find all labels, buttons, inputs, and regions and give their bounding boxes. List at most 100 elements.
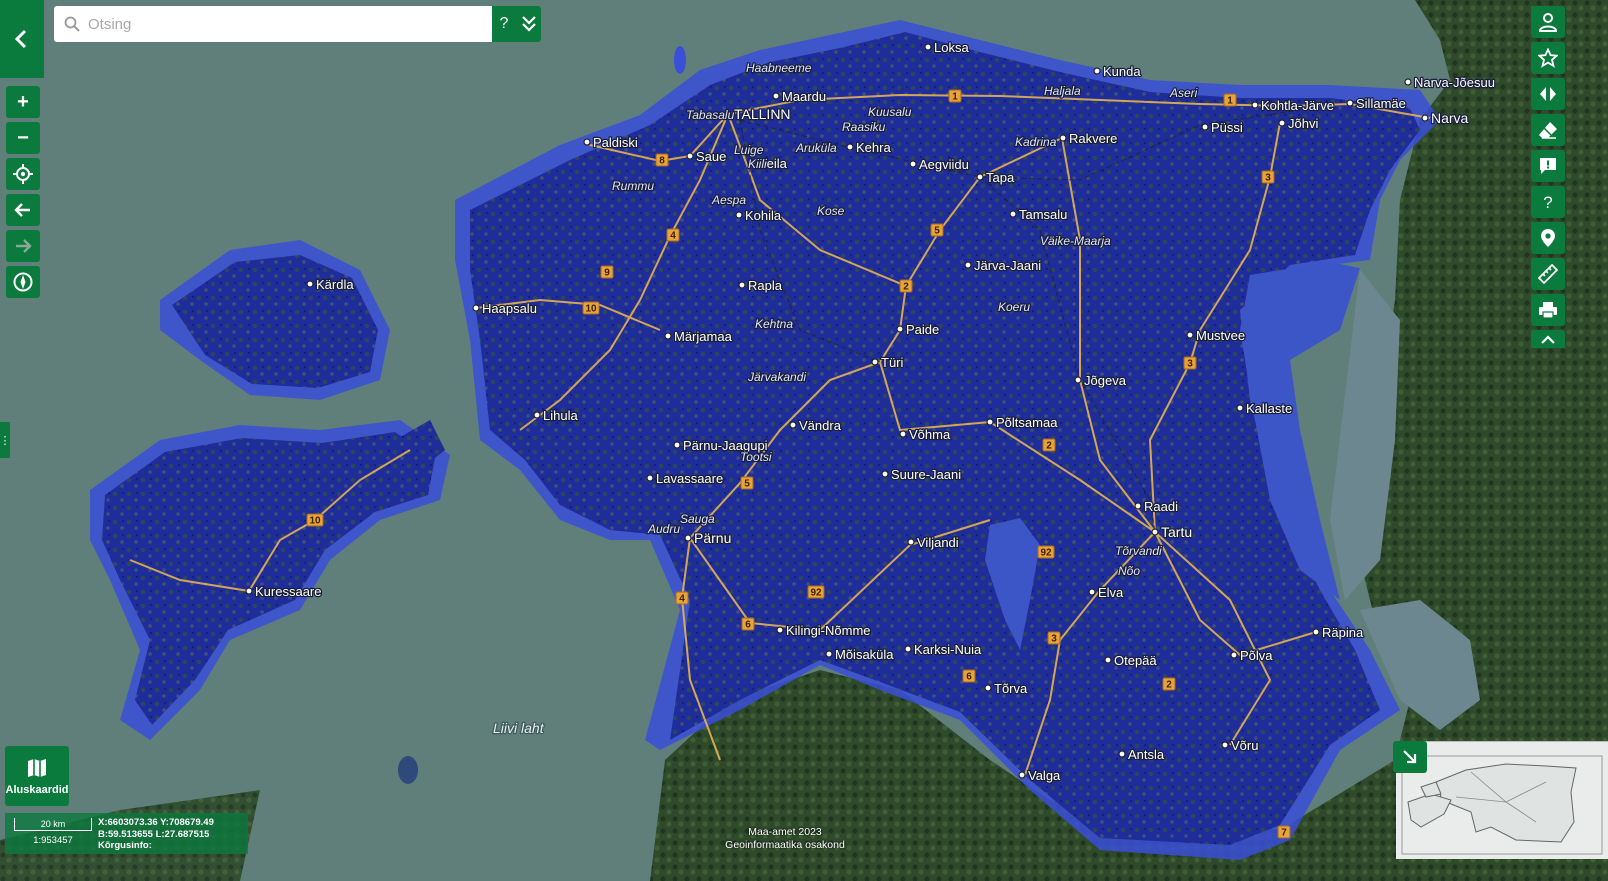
place-marker (686, 152, 694, 160)
side-panel-handle[interactable]: ⋮ (0, 422, 11, 458)
village-18: Sauga (679, 511, 717, 528)
village-9: Kiili (747, 156, 769, 173)
place-marker (899, 430, 907, 438)
overview-estonia-outline (1401, 755, 1603, 855)
collapse-panel-button[interactable] (0, 0, 44, 78)
route-shield: 6 (741, 617, 755, 631)
place-marker (306, 280, 314, 288)
place-marker (881, 470, 889, 478)
favorites-button[interactable] (1531, 42, 1565, 74)
svg-text:10: 10 (309, 516, 321, 527)
town-7: Kohtla-Järve (1251, 97, 1335, 114)
route-shield: 8 (655, 153, 669, 167)
place-label: Otepää (1114, 653, 1157, 668)
search-advanced-button[interactable] (516, 6, 541, 42)
place-marker (1221, 741, 1229, 749)
locate-button[interactable] (6, 158, 40, 190)
zoom-in-button[interactable]: + (6, 86, 40, 118)
overview-map[interactable] (1396, 741, 1608, 859)
place-label: Kohila (745, 208, 782, 223)
route-shield: 3 (1261, 170, 1275, 184)
route-shield: 6 (962, 669, 976, 683)
place-label: Audru (647, 522, 680, 536)
overview-toggle-button[interactable] (1393, 741, 1427, 773)
place-label: Paide (906, 322, 939, 337)
search-field[interactable] (54, 6, 492, 42)
svg-text:8: 8 (659, 156, 665, 167)
collapse-toolbar-button[interactable] (1531, 330, 1565, 348)
place-marker (1186, 331, 1194, 339)
place-marker (1118, 750, 1126, 758)
eraser-icon (1539, 122, 1557, 139)
place-label: Järvakandi (747, 370, 806, 384)
village-4: Aseri (1168, 85, 1199, 102)
place-marker (472, 304, 480, 312)
village-6: Aruküla (794, 140, 839, 157)
double-chevron-down-icon (521, 16, 536, 32)
map-canvas[interactable]: 1 183549210325109246923627 TALLINNMaarduL… (0, 0, 1608, 881)
place-label: Kunda (1103, 64, 1141, 79)
help-button[interactable]: ? (1531, 186, 1565, 218)
svg-text:92: 92 (1040, 548, 1052, 559)
town-48: Karksi-Nuia (904, 641, 983, 658)
route-shield: 4 (666, 228, 680, 242)
place-marker (772, 92, 780, 100)
town-31: Suure-Jaani (881, 466, 962, 483)
compare-icon (1540, 87, 1556, 101)
village-19: Audru (646, 521, 682, 538)
measure-button[interactable] (1531, 258, 1565, 290)
zoom-out-button[interactable]: − (6, 122, 40, 154)
svg-text:2: 2 (1166, 680, 1172, 691)
chevron-up-icon (1541, 335, 1555, 344)
print-button[interactable] (1531, 294, 1565, 326)
attribution-line2: Geoinformaatika osakond (725, 839, 845, 851)
place-marker (986, 418, 994, 426)
location-pin-button[interactable] (1531, 222, 1565, 254)
place-label: Kehtna (755, 317, 793, 331)
help-label: ? (499, 15, 509, 32)
place-marker (673, 441, 681, 449)
route-shield: 2 (899, 279, 913, 293)
place-label: Aruküla (795, 141, 837, 155)
compare-button[interactable] (1531, 78, 1565, 110)
place-label: Rummu (612, 179, 654, 193)
place-marker (909, 160, 917, 168)
place-label: Antsla (1128, 747, 1165, 762)
search-input[interactable] (86, 14, 470, 34)
history-forward-button[interactable] (6, 230, 40, 262)
town-13: Aegviidu (909, 156, 970, 173)
place-marker (1251, 101, 1259, 109)
attribution-line1: Maa-amet 2023 (748, 826, 822, 838)
place-label: Maardu (782, 89, 826, 104)
search-help-button[interactable]: ? (492, 6, 516, 42)
route-shield: 2 (1042, 438, 1056, 452)
place-label: Väike-Maarja (1040, 234, 1111, 248)
route-shield: 7 (1277, 825, 1291, 839)
place-label: Tõrva (994, 681, 1028, 696)
town-49: Lavassaare (646, 470, 724, 487)
place-label: Kärdla (316, 277, 354, 292)
user-icon (1538, 13, 1558, 32)
svg-text:1: 1 (952, 92, 958, 103)
compass-button[interactable] (6, 266, 40, 298)
ruler-icon (1538, 264, 1558, 284)
place-marker (1134, 502, 1142, 510)
map-icon (28, 758, 46, 777)
place-label: Jõgeva (1084, 373, 1127, 388)
place-marker (1088, 588, 1096, 596)
arrow-down-right-icon (1403, 750, 1417, 764)
town-12: Tamsalu (1009, 206, 1069, 223)
user-button[interactable] (1531, 6, 1565, 38)
basemaps-button[interactable]: Aluskaardid (5, 746, 69, 806)
clear-button[interactable] (1531, 114, 1565, 146)
place-label: Kadrina (1015, 135, 1057, 149)
history-back-button[interactable] (6, 194, 40, 226)
feedback-button[interactable] (1531, 150, 1565, 182)
arrow-right-icon (16, 239, 32, 253)
arrow-left-icon (14, 203, 30, 217)
basemaps-label: Aluskaardid (5, 783, 69, 796)
place-marker (1230, 651, 1238, 659)
village-8: Luige (733, 142, 765, 159)
place-label: Jõhvi (1288, 116, 1318, 131)
town-22: Märjamaa (664, 328, 734, 345)
